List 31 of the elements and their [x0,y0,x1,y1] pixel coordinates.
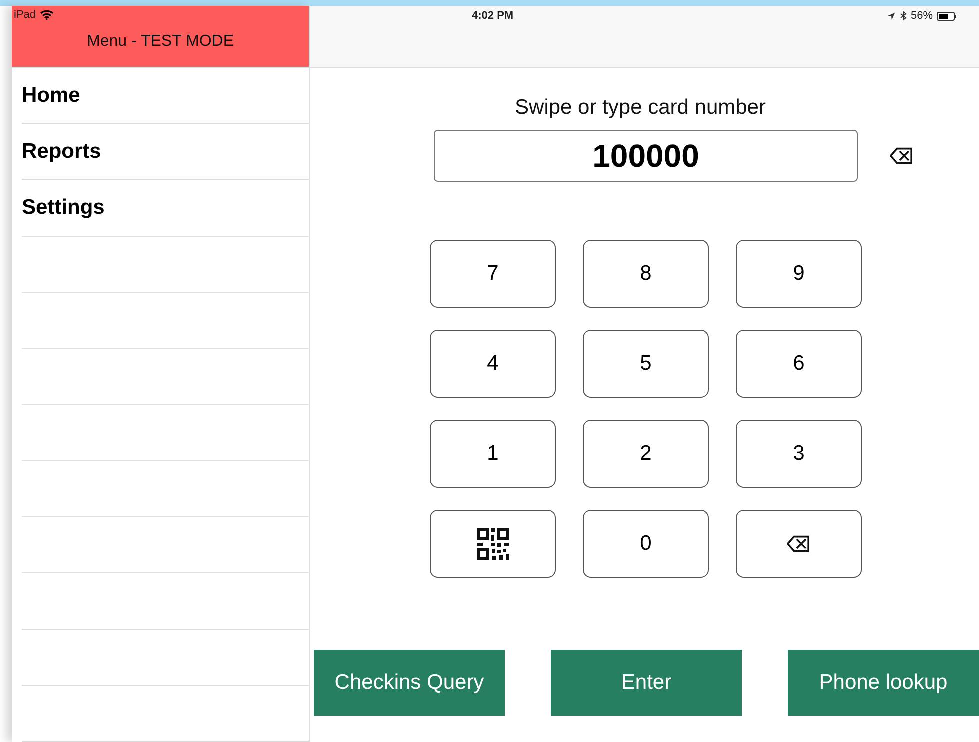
backspace-icon [787,535,811,553]
keypad-key[interactable]: 9 [736,240,862,308]
qr-code-icon [476,527,510,561]
keypad-key[interactable]: 0 [583,510,709,578]
action-button[interactable]: Phone lookup [788,650,979,716]
status-time: 4:02 PM [472,10,514,22]
keypad-key[interactable]: 4 [430,330,556,398]
menu-item[interactable]: Settings [22,196,105,220]
keypad-key[interactable]: 3 [736,420,862,488]
card-number-field[interactable]: 100000 [434,130,858,182]
device-name: iPad [14,9,36,21]
bluetooth-icon [900,11,907,21]
action-button[interactable]: Enter [551,650,742,716]
menu-item[interactable]: Home [22,84,80,108]
wifi-icon [40,10,54,20]
sidebar-title: Menu - TEST MODE [87,33,234,51]
keypad-key[interactable] [430,510,556,578]
keypad-key[interactable]: 8 [583,240,709,308]
menu-item[interactable]: Reports [22,140,102,164]
keypad-key[interactable]: 7 [430,240,556,308]
keypad-key[interactable]: 2 [583,420,709,488]
battery-percent: 56% [910,10,933,22]
keypad-key[interactable] [736,510,862,578]
location-arrow-icon [886,12,896,20]
clear-icon [890,147,914,165]
card-prompt: Swipe or type card number [515,96,766,120]
action-button[interactable]: Checkins Query [314,650,505,716]
keypad-key[interactable]: 1 [430,420,556,488]
keypad-key[interactable]: 6 [736,330,862,398]
battery-icon [937,12,957,20]
keypad-key[interactable]: 5 [583,330,709,398]
